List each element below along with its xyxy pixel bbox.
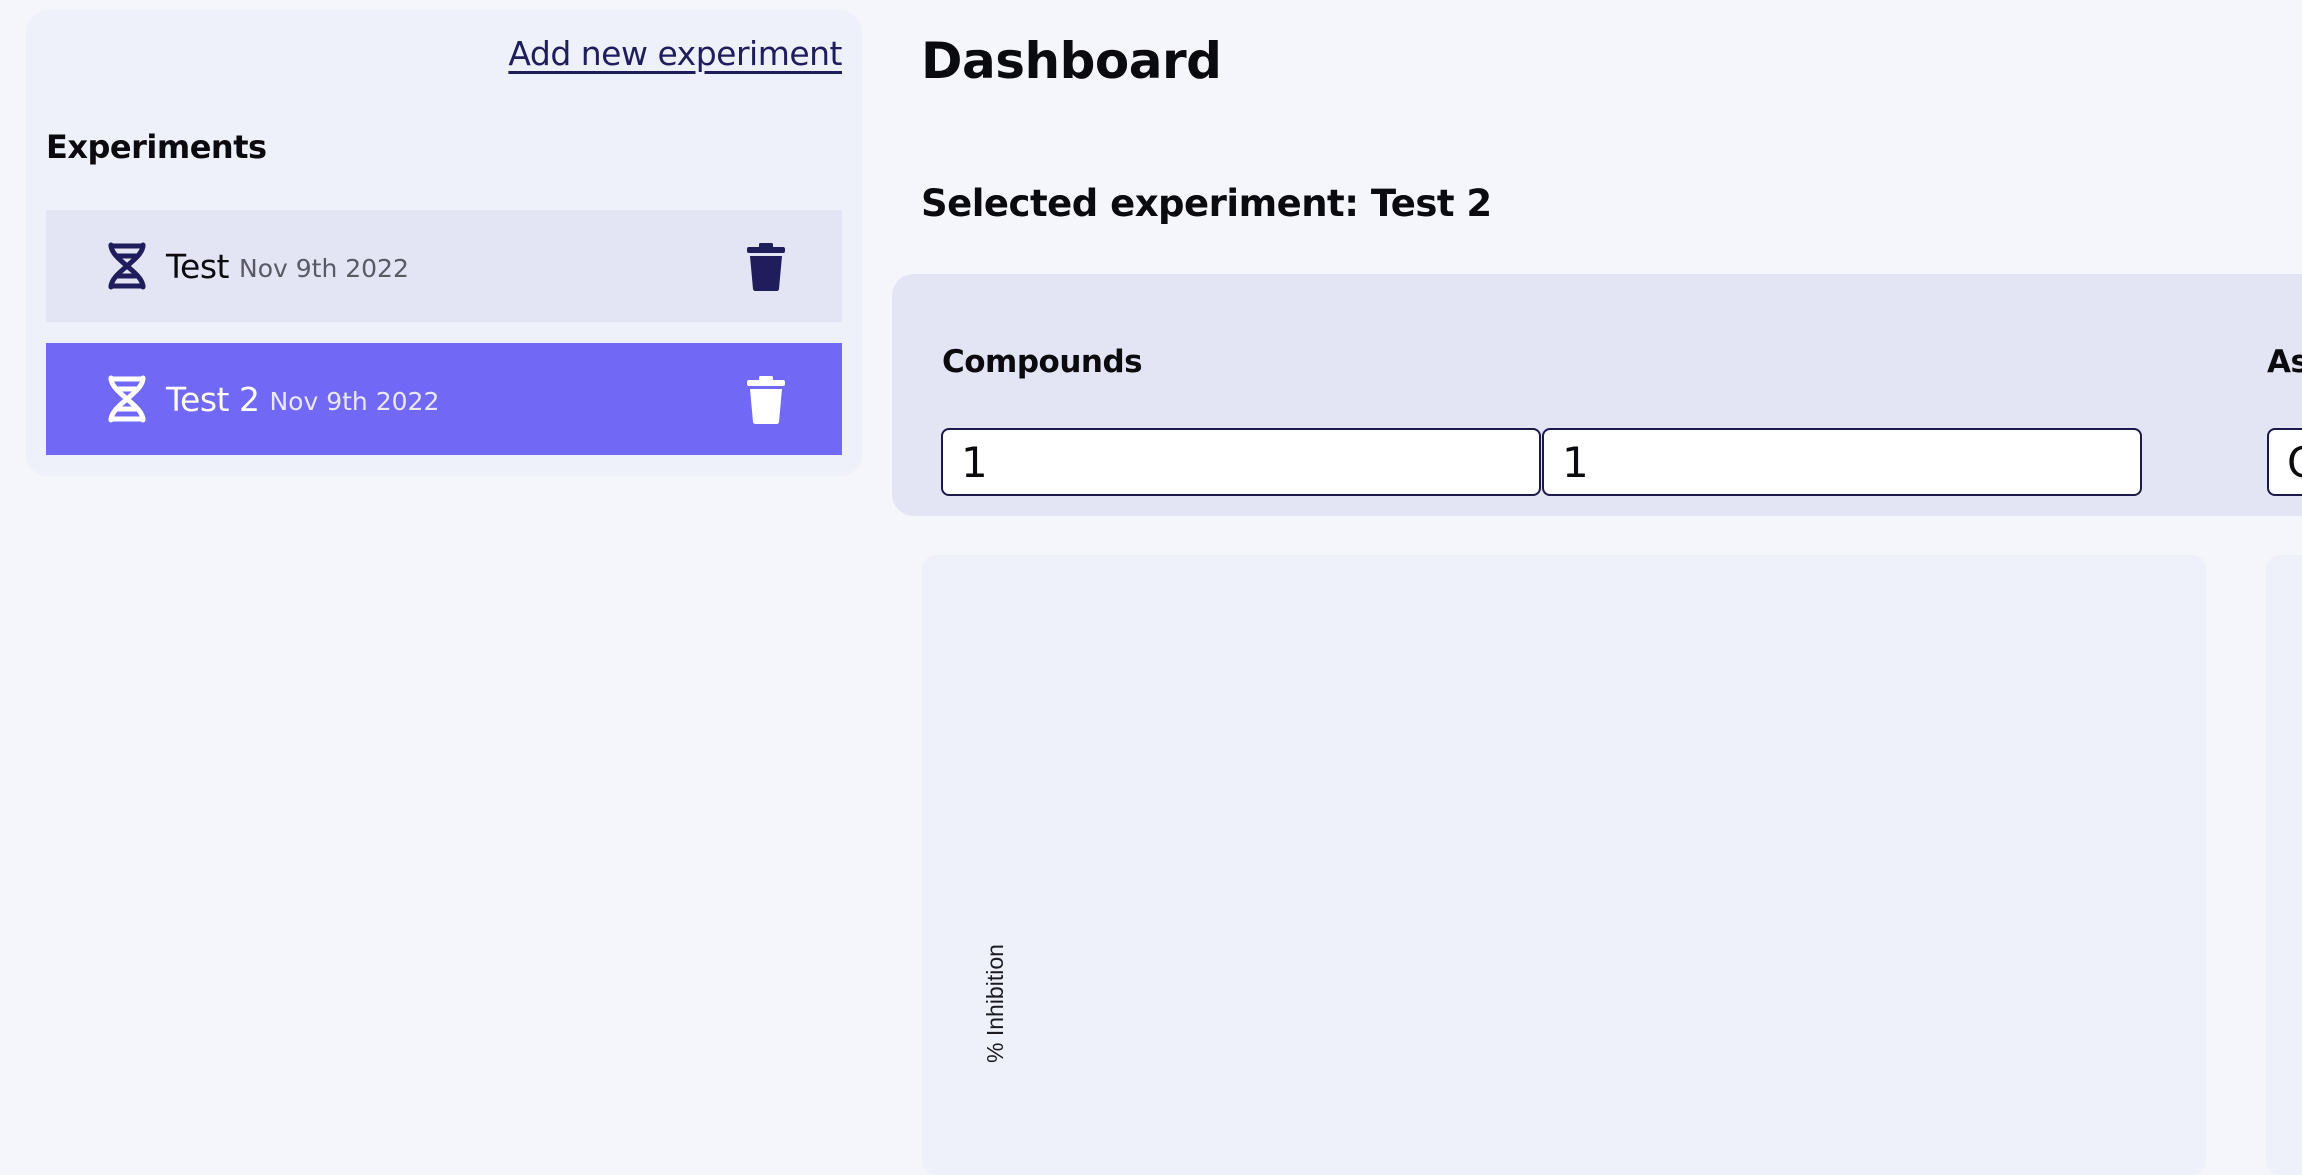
selected-experiment-label: Selected experiment: Test 2 bbox=[921, 182, 1492, 225]
experiment-item-test-2[interactable]: Test 2 Nov 9th 2022 bbox=[46, 343, 842, 455]
page-title: Dashboard bbox=[921, 32, 1222, 90]
trash-icon[interactable] bbox=[746, 375, 786, 425]
assay-input[interactable] bbox=[2267, 428, 2302, 496]
experiment-name: Test bbox=[166, 246, 230, 286]
secondary-chart-card bbox=[2266, 555, 2302, 1175]
filter-panel: Compounds As bbox=[892, 274, 2302, 516]
dna-icon bbox=[104, 241, 150, 291]
experiment-date: Nov 9th 2022 bbox=[269, 386, 440, 416]
inhibition-chart: % Inhibition bbox=[922, 555, 2206, 1175]
experiment-item-test[interactable]: Test Nov 9th 2022 bbox=[46, 210, 842, 322]
experiment-date: Nov 9th 2022 bbox=[239, 253, 409, 283]
compounds-heading: Compounds bbox=[942, 344, 1143, 380]
compound-input-2[interactable] bbox=[1542, 428, 2142, 496]
add-new-experiment-link[interactable]: Add new experiment bbox=[508, 34, 842, 73]
chart-y-axis-label: % Inhibition bbox=[982, 944, 1008, 1063]
trash-icon[interactable] bbox=[746, 242, 786, 292]
compound-input-1[interactable] bbox=[941, 428, 1541, 496]
assay-heading: As bbox=[2267, 344, 2302, 380]
experiments-heading: Experiments bbox=[46, 128, 267, 166]
experiments-sidebar: Add new experiment Experiments Test Nov … bbox=[26, 10, 862, 476]
dna-icon bbox=[104, 374, 150, 424]
experiment-name: Test 2 bbox=[166, 379, 260, 419]
